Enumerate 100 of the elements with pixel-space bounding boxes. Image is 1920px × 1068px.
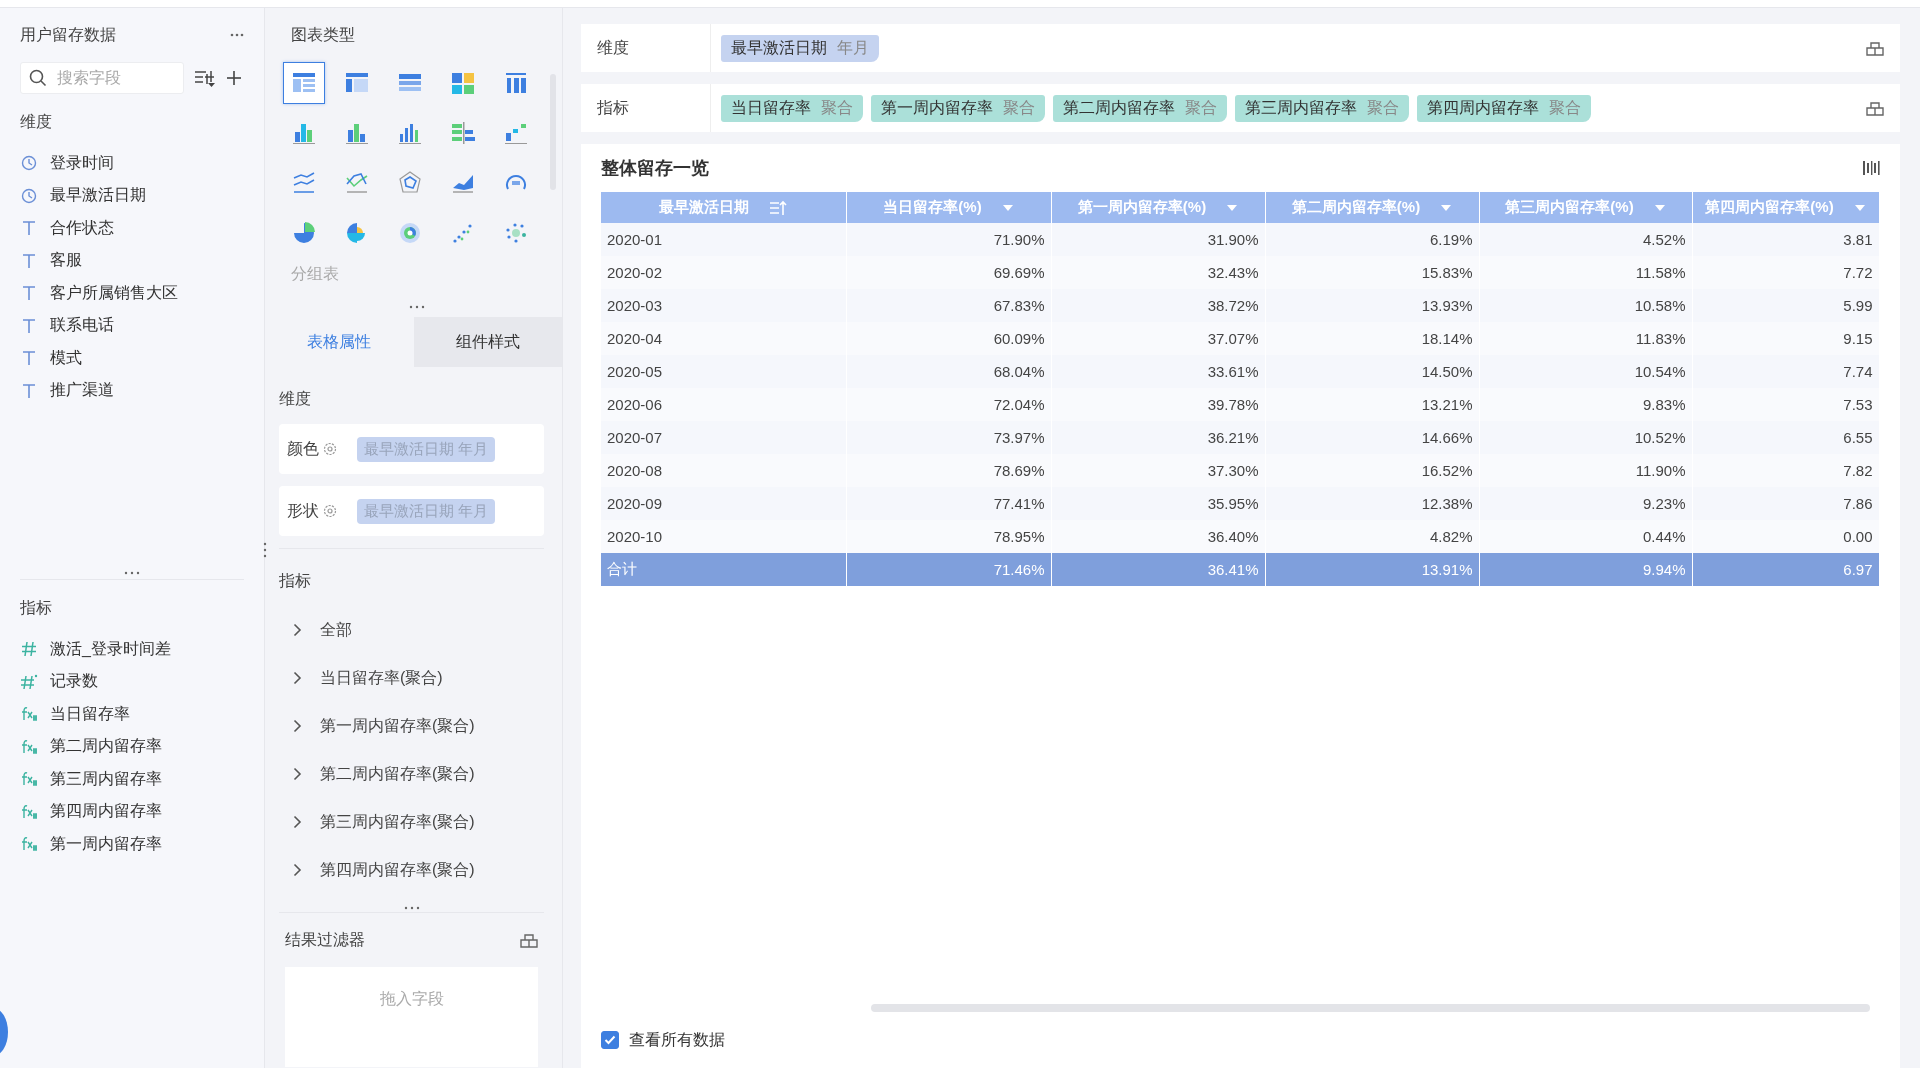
caret-icon[interactable] xyxy=(1226,203,1239,212)
channel-label: 形状 xyxy=(287,500,319,521)
field-item[interactable]: 模式 xyxy=(20,342,244,375)
search-input[interactable]: 搜索字段 xyxy=(55,68,169,88)
field-item[interactable]: 第二周内留存率 xyxy=(20,730,244,763)
section-label: 维度 xyxy=(279,389,312,409)
field-item[interactable]: 客户所属销售大区 xyxy=(20,277,244,310)
filter-title: 结果过滤器 xyxy=(285,929,365,950)
field-item[interactable]: 记录数 xyxy=(20,665,244,698)
table-cell: 7.82 xyxy=(1692,454,1879,487)
drag-handle-icon[interactable] xyxy=(263,542,267,558)
table-cell: 69.69% xyxy=(846,256,1051,289)
field-pill[interactable]: 当日留存率 聚合 xyxy=(721,94,863,122)
table-cell: 7.72 xyxy=(1692,256,1879,289)
settings-icon[interactable] xyxy=(323,442,337,456)
measure-item[interactable]: 第四周内留存率(聚合) xyxy=(279,846,544,894)
table-cell: 36.40% xyxy=(1051,520,1265,553)
table-cell: 38.72% xyxy=(1051,289,1265,322)
measure-item[interactable]: 全部 xyxy=(279,606,544,654)
table-cell: 7.86 xyxy=(1692,487,1879,520)
measure-item[interactable]: 第二周内留存率(聚合) xyxy=(279,750,544,798)
text-field-icon xyxy=(20,220,38,237)
caret-icon[interactable] xyxy=(1001,203,1014,212)
sort-icon[interactable] xyxy=(769,199,788,216)
field-item[interactable]: 当日留存率 xyxy=(20,698,244,731)
hash-icon xyxy=(20,673,38,690)
caret-icon[interactable] xyxy=(1440,203,1453,212)
table-cell: 2020-08 xyxy=(601,454,846,487)
field-pill[interactable]: 第四周内留存率 聚合 xyxy=(1417,94,1591,122)
caret-icon[interactable] xyxy=(1853,203,1866,212)
measure-item[interactable]: 第三周内留存率(聚合) xyxy=(279,798,544,846)
drag-handle-icon[interactable] xyxy=(124,571,140,575)
table-cell: 67.83% xyxy=(846,289,1051,322)
measure-item[interactable]: 第一周内留存率(聚合) xyxy=(279,702,544,750)
field-item[interactable]: 第三周内留存率 xyxy=(20,763,244,796)
tab[interactable]: 组件样式 xyxy=(413,317,562,367)
field-pill[interactable]: 最早激活日期 年月 xyxy=(721,34,879,62)
table-cell: 7.74 xyxy=(1692,355,1879,388)
add-icon[interactable] xyxy=(226,70,242,86)
formula-icon xyxy=(20,803,38,820)
barcode-view-icon[interactable] xyxy=(1862,160,1880,176)
field-item[interactable]: 激活_登录时间差 xyxy=(20,633,244,666)
table-cell: 10.52% xyxy=(1479,421,1692,454)
field-item[interactable]: 登录时间 xyxy=(20,147,244,180)
checkbox[interactable] xyxy=(601,1031,619,1049)
table-cell: 2020-03 xyxy=(601,289,846,322)
table-cell: 7.53 xyxy=(1692,388,1879,421)
table-cell: 16.52% xyxy=(1265,454,1479,487)
field-item[interactable]: 合作状态 xyxy=(20,212,244,245)
table-cell: 32.43% xyxy=(1051,256,1265,289)
table-cell: 39.78% xyxy=(1051,388,1265,421)
table-cell: 77.41% xyxy=(846,487,1051,520)
table-cell: 3.81 xyxy=(1692,223,1879,256)
drag-handle-icon[interactable] xyxy=(408,305,425,309)
section-label: 指标 xyxy=(20,598,53,618)
measure-item[interactable]: 当日留存率(聚合) xyxy=(279,654,544,702)
section-label: 指标 xyxy=(279,571,312,591)
more-icon[interactable] xyxy=(230,33,244,37)
caret-icon[interactable] xyxy=(1653,203,1666,212)
table-cell: 14.66% xyxy=(1265,421,1479,454)
total-cell: 13.91% xyxy=(1265,553,1479,586)
field-pill[interactable]: 第二周内留存率 聚合 xyxy=(1053,94,1227,122)
table-cell: 73.97% xyxy=(846,421,1051,454)
total-cell: 71.46% xyxy=(846,553,1051,586)
table-icon[interactable] xyxy=(283,62,325,104)
table-cell: 10.58% xyxy=(1479,289,1692,322)
field-pill[interactable]: 第一周内留存率 聚合 xyxy=(871,94,1045,122)
text-field-icon xyxy=(20,252,38,269)
table-cell: 31.90% xyxy=(1051,223,1265,256)
field-filter-icon[interactable] xyxy=(194,68,216,88)
table-cell: 33.61% xyxy=(1051,355,1265,388)
settings-icon[interactable] xyxy=(323,504,337,518)
field-item[interactable]: 推广渠道 xyxy=(20,374,244,407)
table-cell: 6.55 xyxy=(1692,421,1879,454)
table-cell: 2020-06 xyxy=(601,388,846,421)
field-item[interactable]: 第一周内留存率 xyxy=(20,828,244,861)
table-cell: 60.09% xyxy=(846,322,1051,355)
field-pill[interactable]: 第三周内留存率 聚合 xyxy=(1235,94,1409,122)
hash-icon xyxy=(20,641,38,658)
table-cell: 0.44% xyxy=(1479,520,1692,553)
table-cell: 35.95% xyxy=(1051,487,1265,520)
total-cell: 合计 xyxy=(601,553,846,586)
table-cell: 2020-04 xyxy=(601,322,846,355)
field-item[interactable]: 第四周内留存率 xyxy=(20,795,244,828)
field-item[interactable]: 最早激活日期 xyxy=(20,179,244,212)
text-field-icon xyxy=(20,350,38,367)
formula-icon xyxy=(20,738,38,755)
table-cell: 2020-09 xyxy=(601,487,846,520)
table-cell: 11.58% xyxy=(1479,256,1692,289)
table-cell: 2020-10 xyxy=(601,520,846,553)
search-field[interactable]: 搜索字段 xyxy=(20,62,184,94)
scrollbar[interactable] xyxy=(871,1004,1870,1012)
table-cell: 12.38% xyxy=(1265,487,1479,520)
formula-icon xyxy=(20,706,38,723)
field-item[interactable]: 客服 xyxy=(20,244,244,277)
table-cell: 68.04% xyxy=(846,355,1051,388)
drag-handle-icon[interactable] xyxy=(403,906,420,910)
field-item[interactable]: 联系电话 xyxy=(20,309,244,342)
search-icon xyxy=(29,69,47,87)
table-cell: 13.21% xyxy=(1265,388,1479,421)
